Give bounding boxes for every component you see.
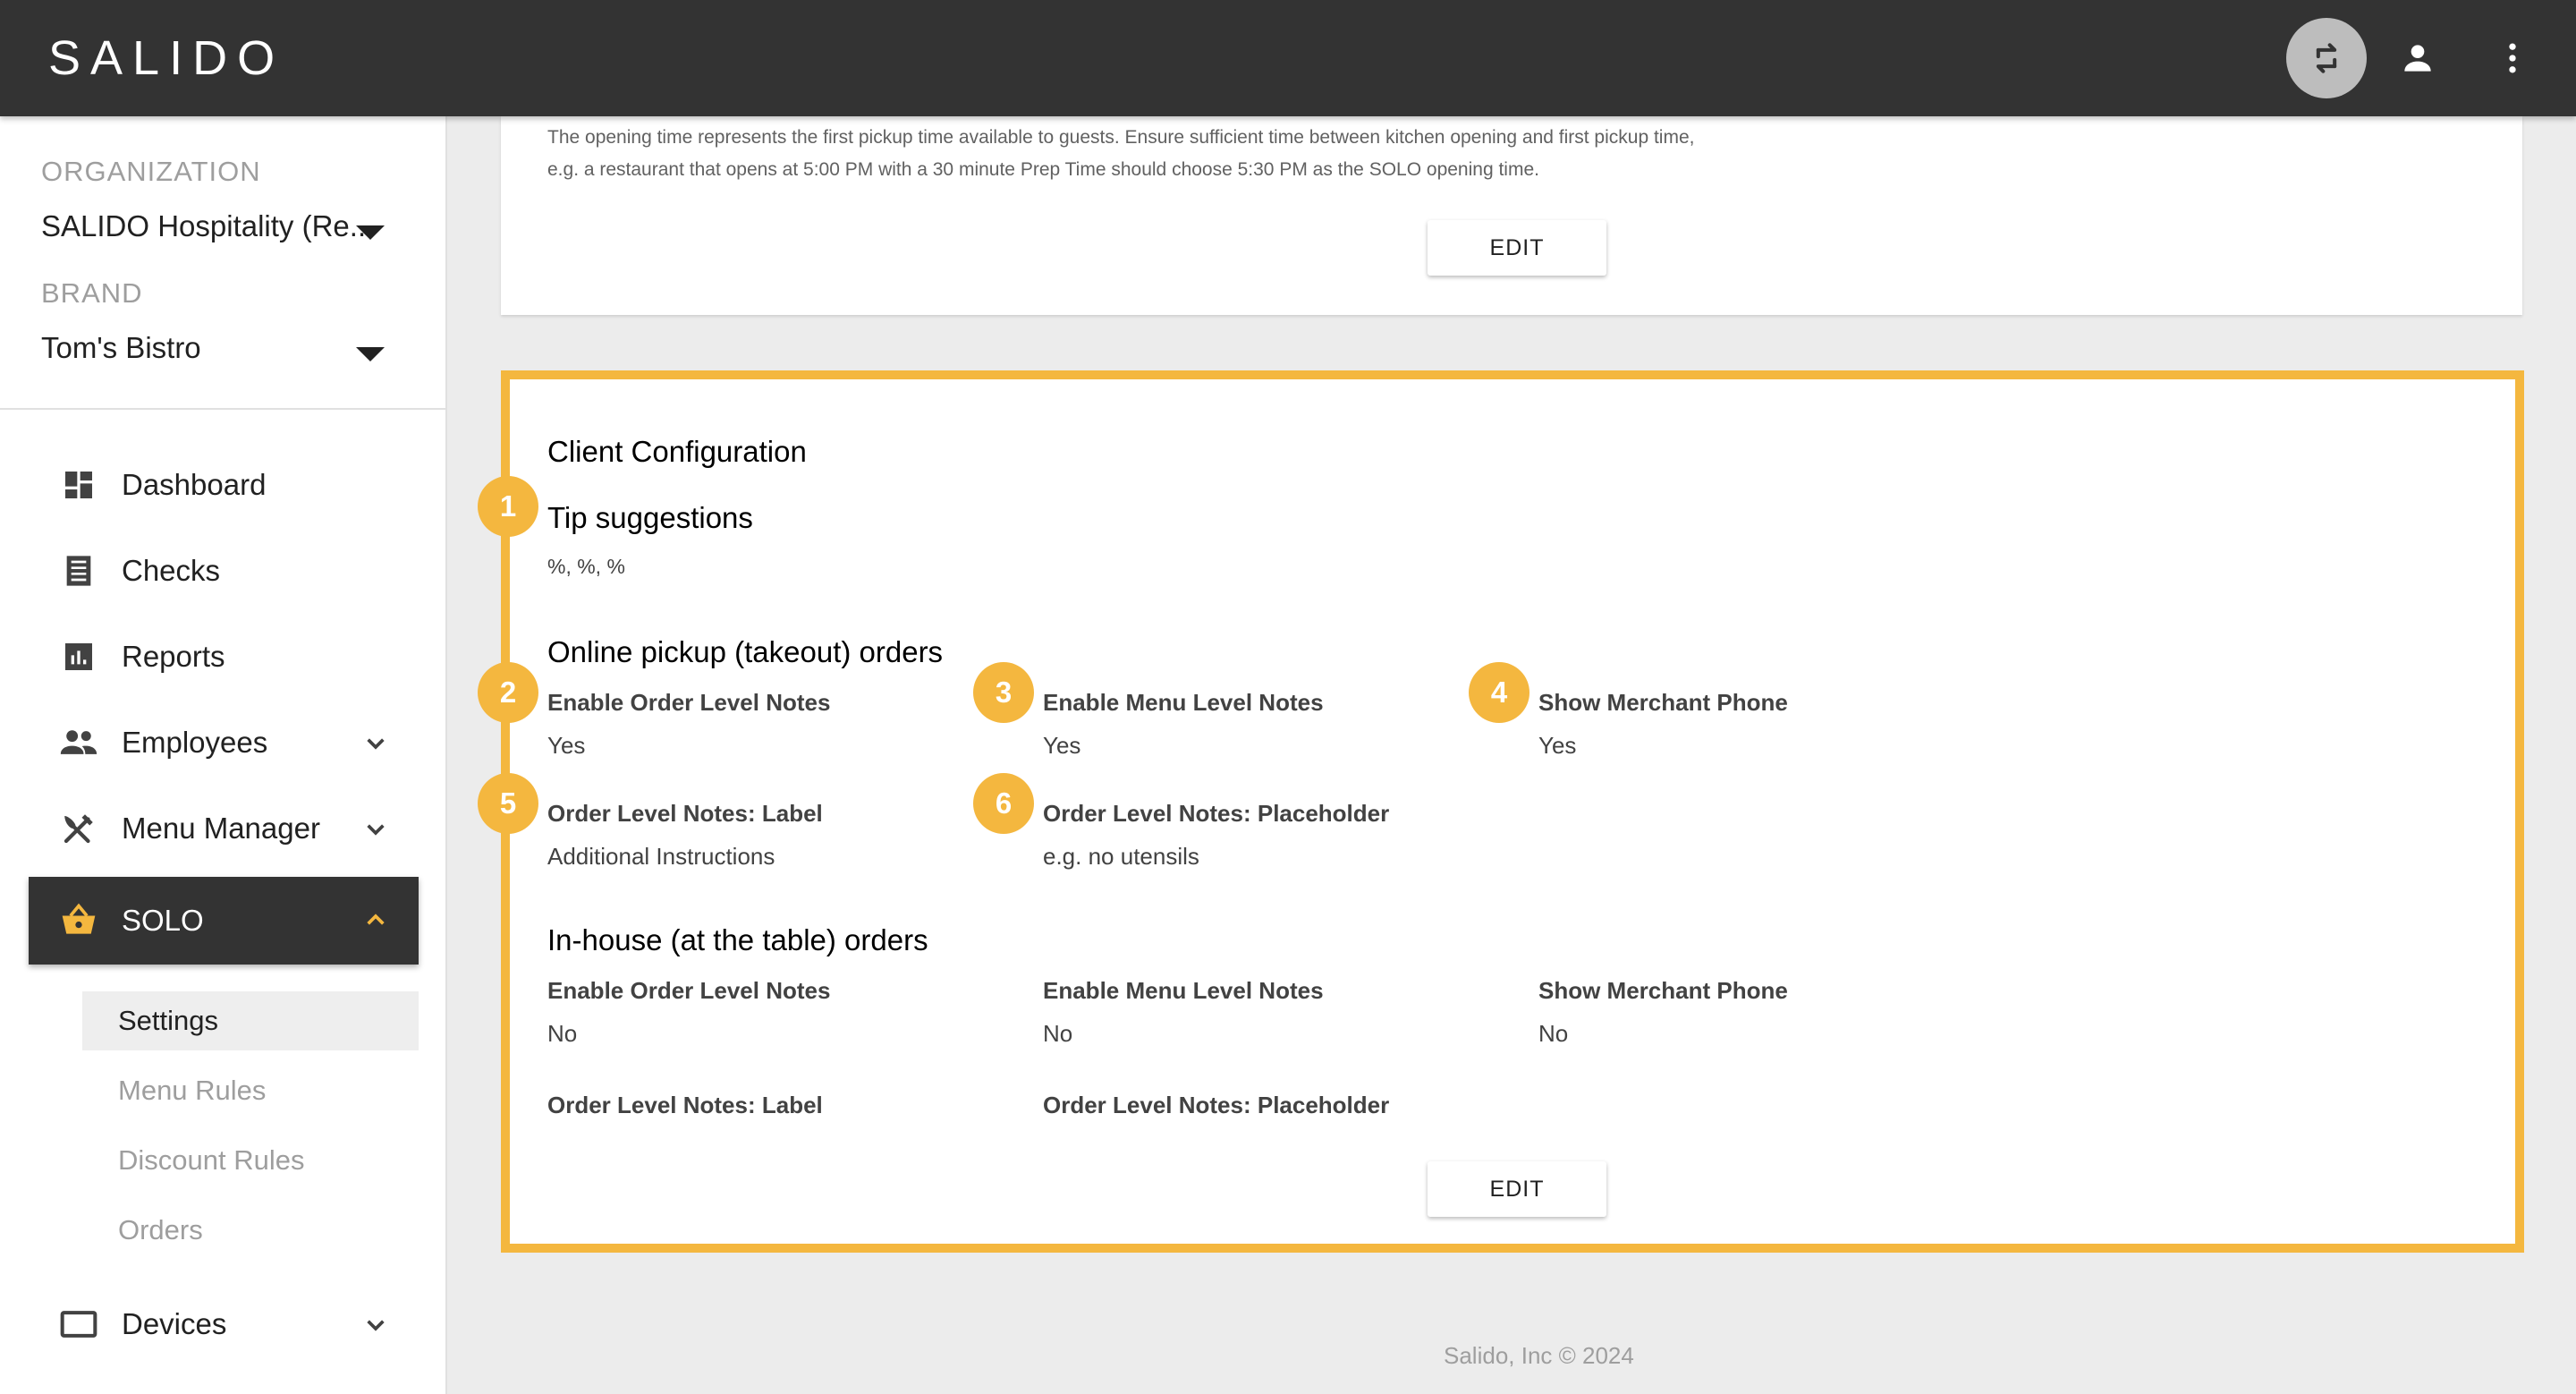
people-icon xyxy=(59,723,98,762)
sidebar-item-label: Reports xyxy=(122,640,225,673)
pickup-notes-placeholder-value: e.g. no utensils xyxy=(1043,843,1199,870)
brand-value: Tom's Bistro xyxy=(41,331,201,364)
sidebar-subitem-orders[interactable]: Orders xyxy=(82,1201,419,1260)
tablet-icon xyxy=(59,1305,98,1344)
sidebar-item-solo[interactable]: SOLO xyxy=(29,877,419,965)
sidebar-item-label: Menu Manager xyxy=(122,812,320,845)
opening-time-note: The opening time represents the first pi… xyxy=(547,127,1695,148)
callout-badge-1: 1 xyxy=(478,476,538,537)
client-configuration-title: Client Configuration xyxy=(547,435,807,468)
pickup-merchant-phone-value: Yes xyxy=(1538,732,1577,759)
account-button[interactable] xyxy=(2377,18,2458,98)
sidebar-subitem-discount-rules[interactable]: Discount Rules xyxy=(82,1131,419,1190)
organization-value: SALIDO Hospitality (Re... xyxy=(41,209,375,242)
pickup-orders-title: Online pickup (takeout) orders xyxy=(547,635,944,668)
chevron-up-icon xyxy=(367,914,385,925)
sidebar-item-label: SOLO xyxy=(122,904,204,937)
sidebar-divider xyxy=(0,408,447,410)
more-vert-icon xyxy=(2509,43,2516,73)
opening-time-example: e.g. a restaurant that opens at 5:00 PM … xyxy=(547,159,1539,180)
tip-suggestions-value: %, %, % xyxy=(547,555,625,578)
logo-text: SALIDO xyxy=(48,31,285,85)
sidebar-item-employees[interactable]: Employees xyxy=(29,700,419,786)
inhouse-order-notes-value: No xyxy=(547,1020,578,1047)
callout-badge-5: 5 xyxy=(478,773,538,834)
sidebar: ORGANIZATION SALIDO Hospitality (Re... B… xyxy=(0,116,447,1394)
organization-label: ORGANIZATION xyxy=(41,156,261,187)
chevron-down-icon xyxy=(367,738,385,750)
top-app-bar: SALIDO xyxy=(0,0,2576,116)
pickup-merchant-phone-label: Show Merchant Phone xyxy=(1538,689,1788,716)
sidebar-item-label: Dashboard xyxy=(122,468,267,501)
sidebar-item-devices[interactable]: Devices xyxy=(29,1281,419,1367)
inhouse-menu-notes-value: No xyxy=(1043,1020,1073,1047)
brand-dropdown-icon xyxy=(356,347,385,361)
sidebar-subitem-settings[interactable]: Settings xyxy=(82,991,419,1050)
pickup-notes-label-label: Order Level Notes: Label xyxy=(547,800,823,827)
subitem-label: Orders xyxy=(118,1214,203,1245)
sidebar-item-label: Devices xyxy=(122,1307,227,1340)
subitem-label: Menu Rules xyxy=(118,1075,267,1106)
inhouse-notes-label-label: Order Level Notes: Label xyxy=(547,1092,823,1118)
sidebar-subitem-menu-rules[interactable]: Menu Rules xyxy=(82,1061,419,1120)
sidebar-item-reports[interactable]: Reports xyxy=(29,614,419,700)
dashboard-icon xyxy=(59,465,98,505)
salido-logo[interactable]: SALIDO xyxy=(48,30,284,86)
tip-suggestions-title: Tip suggestions xyxy=(547,501,753,534)
subitem-label: Discount Rules xyxy=(118,1144,305,1176)
callout-badge-2: 2 xyxy=(478,662,538,723)
pickup-menu-notes-label: Enable Menu Level Notes xyxy=(1043,689,1324,716)
edit-client-config-button[interactable]: EDIT xyxy=(1428,1161,1606,1217)
chevron-down-icon xyxy=(367,824,385,836)
hours-card: The opening time represents the first pi… xyxy=(501,116,2522,315)
chevron-down-icon xyxy=(367,1320,385,1331)
pickup-notes-label-value: Additional Instructions xyxy=(547,843,775,870)
callout-badge-4: 4 xyxy=(1469,662,1530,723)
callout-badge-3: 3 xyxy=(973,662,1034,723)
client-configuration-card: Client Configuration Tip suggestions %, … xyxy=(501,370,2524,1253)
inhouse-menu-notes-label: Enable Menu Level Notes xyxy=(1043,977,1324,1004)
org-dropdown-icon xyxy=(356,225,385,240)
pickup-notes-placeholder-label: Order Level Notes: Placeholder xyxy=(1043,800,1390,827)
pickup-order-notes-value: Yes xyxy=(547,732,586,759)
switch-location-button[interactable] xyxy=(2286,18,2367,98)
organization-select[interactable]: SALIDO Hospitality (Re... xyxy=(0,202,447,256)
callout-badge-6: 6 xyxy=(973,773,1034,834)
sidebar-item-checks[interactable]: Checks xyxy=(29,528,419,614)
brand-select[interactable]: Tom's Bistro xyxy=(0,324,447,378)
brand-label: BRAND xyxy=(41,277,143,309)
person-icon xyxy=(2404,45,2431,72)
inhouse-orders-title: In-house (at the table) orders xyxy=(547,923,928,956)
edit-hours-button[interactable]: EDIT xyxy=(1428,220,1606,276)
sidebar-item-menu-manager[interactable]: Menu Manager xyxy=(29,786,419,871)
more-options-button[interactable] xyxy=(2472,18,2553,98)
pickup-menu-notes-value: Yes xyxy=(1043,732,1081,759)
sidebar-item-dashboard[interactable]: Dashboard xyxy=(29,442,419,528)
receipt-icon xyxy=(59,551,98,591)
bar-chart-icon xyxy=(59,637,98,676)
inhouse-merchant-phone-value: No xyxy=(1538,1020,1569,1047)
swap-icon xyxy=(2316,43,2337,73)
utensils-icon xyxy=(59,809,98,848)
footer-copyright: Salido, Inc © 2024 xyxy=(1444,1342,1634,1369)
basket-icon xyxy=(59,901,98,940)
inhouse-notes-placeholder-label: Order Level Notes: Placeholder xyxy=(1043,1092,1390,1118)
inhouse-merchant-phone-label: Show Merchant Phone xyxy=(1538,977,1788,1004)
pickup-order-notes-label: Enable Order Level Notes xyxy=(547,689,831,716)
sidebar-item-label: Employees xyxy=(122,726,268,759)
inhouse-order-notes-label: Enable Order Level Notes xyxy=(547,977,831,1004)
subitem-label: Settings xyxy=(118,1005,219,1036)
sidebar-item-label: Checks xyxy=(122,554,221,587)
